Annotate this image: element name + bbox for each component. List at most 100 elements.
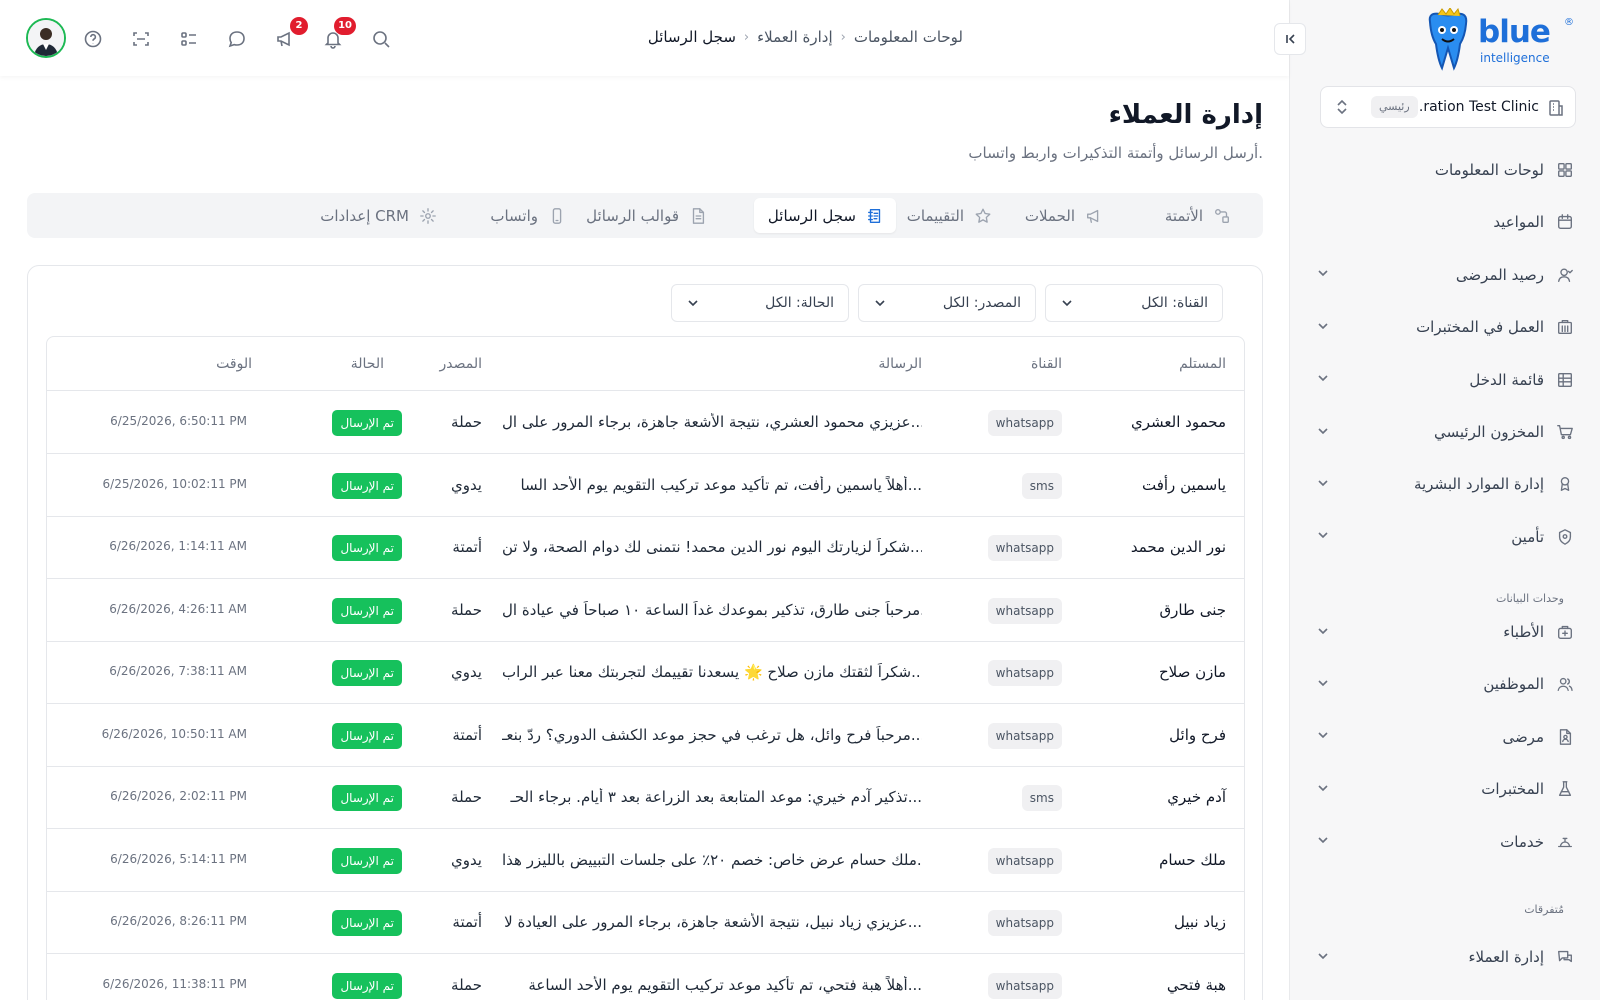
- user-avatar[interactable]: [26, 18, 66, 58]
- row-message: ملك حسام عرض خاص: خصم ٢٠٪ على جلسات التب…: [502, 850, 922, 869]
- scan-button[interactable]: [128, 26, 154, 52]
- sidebar-item-icon: [1554, 621, 1576, 643]
- checklist-icon: [181, 32, 196, 46]
- sidebar-item-users[interactable]: الموظفين: [1312, 664, 1576, 704]
- sidebar-item-icon: [1554, 526, 1576, 548]
- row-recipient: مازن صلاح: [1158, 663, 1226, 681]
- status-filter[interactable]: الحالة: الكل: [671, 284, 849, 322]
- row-time: 6/26/2026, 5:14:11 PM: [110, 851, 247, 866]
- sidebar-item-icon: [1554, 831, 1576, 853]
- source-filter[interactable]: المصدر: الكل: [858, 284, 1036, 322]
- table-row[interactable]: هبة فتحي whatsapp أهلاً هبة فتحي، تم تأك…: [47, 954, 1244, 1000]
- sidebar-item-calendar[interactable]: المواعيد: [1312, 202, 1576, 242]
- messages-button[interactable]: [224, 26, 250, 52]
- row-channel-badge: whatsapp: [987, 722, 1062, 749]
- breadcrumb: لوحات المعلومات › إدارة العملاء › سجل ال…: [648, 28, 963, 46]
- tasks-button[interactable]: [176, 26, 202, 52]
- tab-gear[interactable]: إعدادات CRM: [308, 198, 449, 233]
- tab-log[interactable]: سجل الرسائل: [754, 198, 896, 233]
- clinic-name: ...ration Test Clinic: [1410, 99, 1539, 115]
- sidebar-item-chat[interactable]: إدارة العملاء: [1312, 937, 1576, 977]
- row-time: 6/26/2026, 7:38:11 AM: [109, 664, 247, 678]
- sidebar-item-cart[interactable]: المخزون الرئيسي: [1312, 412, 1576, 452]
- updown-chevron-icon: [1337, 99, 1347, 115]
- tab-phone[interactable]: واتساب: [478, 198, 578, 233]
- sidebar-item-flask[interactable]: المختبرات: [1312, 769, 1576, 809]
- sidebar-item-icon: [1554, 778, 1576, 800]
- sidebar-item-service[interactable]: خدمات: [1312, 822, 1576, 862]
- tab-template[interactable]: قوالب الرسائل: [574, 198, 719, 233]
- announcements-button[interactable]: 2: [272, 17, 308, 52]
- table-row[interactable]: جنى طارق whatsapp مرحباً جنى طارق، تذكير…: [47, 579, 1244, 642]
- row-channel-badge: whatsapp: [987, 535, 1062, 561]
- sidebar-item-label: تأمين: [1511, 527, 1544, 546]
- table-row[interactable]: ملك حسام whatsapp ملك حسام عرض خاص: خصم …: [47, 829, 1244, 892]
- sidebar-item-label: المختبرات: [1481, 780, 1544, 799]
- table-row[interactable]: فرح وائل whatsapp مرحباً فرح وائل، هل تر…: [47, 704, 1244, 767]
- sidebar-item-table[interactable]: قائمة الدخل: [1312, 360, 1576, 400]
- table-row[interactable]: نور الدين محمد whatsapp شكراً لزيارتك ال…: [47, 516, 1244, 579]
- chat-bubble-icon: [228, 31, 245, 48]
- tab-label: قوالب الرسائل: [586, 206, 679, 225]
- sidebar-item-grid[interactable]: لوحات المعلومات: [1312, 150, 1576, 190]
- chevron-down-icon: [1318, 480, 1328, 487]
- header-status: الحالة: [350, 356, 384, 372]
- tab-star[interactable]: التقييمات: [895, 198, 1004, 233]
- sidebar-item-label: إدارة الموارد البشرية: [1413, 475, 1544, 494]
- brand-logo[interactable]: blue ® intelligence: [1414, 8, 1574, 72]
- row-message: عزيزي محمود العشري، نتيجة الأشعة جاهزة، …: [502, 413, 922, 431]
- brand-reg: ®: [1564, 17, 1574, 28]
- breadcrumb-dashboards[interactable]: لوحات المعلومات: [854, 28, 963, 46]
- table-row[interactable]: محمود العشري whatsapp عزيزي محمود العشري…: [47, 391, 1244, 454]
- table-row[interactable]: مازن صلاح whatsapp شكراً لثقتك مازن صلاح…: [47, 641, 1244, 704]
- row-time: 6/26/2026, 11:38:11 PM: [102, 976, 247, 991]
- row-time: 6/26/2026, 10:50:11 AM: [101, 726, 247, 741]
- search-button[interactable]: [368, 26, 394, 52]
- collapse-sidebar-button[interactable]: [1274, 23, 1306, 55]
- sidebar-item-medical-bag[interactable]: الأطباء: [1312, 612, 1576, 652]
- channel-filter[interactable]: القناة: الكل: [1045, 284, 1223, 322]
- tab-label: الحملات: [1024, 206, 1075, 225]
- row-status-badge: تم الإرسال: [332, 785, 402, 811]
- chevron-down-icon: [1318, 952, 1328, 959]
- row-source: حملة: [451, 788, 482, 806]
- sidebar-item-badge[interactable]: إدارة الموارد البشرية: [1312, 464, 1576, 504]
- sidebar-item-shield[interactable]: تأمين: [1312, 517, 1576, 557]
- badge-icon: [1560, 477, 1570, 492]
- row-recipient: محمود العشري: [1131, 413, 1226, 431]
- row-channel-badge: sms: [1021, 785, 1062, 811]
- row-message: مرحباً جنى طارق، تذكير بموعدك غداً الساع…: [502, 600, 922, 619]
- table-row[interactable]: زياد نبيل whatsapp عزيزي زياد نبيل، نتيج…: [47, 891, 1244, 954]
- row-channel-badge: whatsapp: [987, 910, 1062, 936]
- page-title: إدارة العملاء: [1108, 100, 1263, 130]
- breadcrumb-crm[interactable]: إدارة العملاء: [757, 28, 833, 46]
- sidebar-item-chevron: [1316, 832, 1332, 851]
- row-source: يدوي: [450, 663, 482, 681]
- row-status-badge: تم الإرسال: [332, 597, 402, 624]
- notifications-button[interactable]: 10: [320, 17, 356, 52]
- breadcrumb-separator-icon: ›: [743, 29, 750, 45]
- cart-icon: [1557, 425, 1573, 440]
- sidebar-item-file-user[interactable]: مرضى: [1312, 717, 1576, 757]
- sidebar-item-user[interactable]: رصيد المرضى: [1312, 255, 1576, 295]
- message-log-card: القناة: الكل المصدر: الكل الحالة: الكل ا…: [27, 265, 1263, 1000]
- clinic-switcher[interactable]: ...ration Test Clinic رئيسي: [1320, 86, 1576, 128]
- tab-label: سجل الرسائل: [767, 206, 856, 225]
- help-button[interactable]: [80, 26, 106, 52]
- tab-automation[interactable]: الأتمتة: [1153, 198, 1243, 233]
- table-row[interactable]: آدم خيري sms تذكير آدم خيري: موعد المتاب…: [47, 766, 1244, 829]
- sidebar-item-chevron: [1316, 780, 1332, 799]
- tab-megaphone[interactable]: الحملات: [1013, 198, 1115, 233]
- sidebar-item-label: الأطباء: [1503, 623, 1544, 641]
- sidebar-item-chevron: [1316, 948, 1332, 967]
- chevron-down-icon: [688, 300, 698, 307]
- header-source: المصدر: [439, 356, 483, 372]
- row-status-badge: تم الإرسال: [332, 722, 402, 749]
- breadcrumb-current: سجل الرسائل: [647, 28, 736, 46]
- sidebar-item-lab-building[interactable]: العمل في المختبرات: [1312, 307, 1576, 347]
- row-source: أتمتة: [452, 725, 482, 744]
- table-row[interactable]: ياسمين رأفت sms أهلاً ياسمين رأفت، تم تأ…: [47, 454, 1244, 517]
- sidebar-item-chevron: [1316, 370, 1332, 389]
- row-source: حملة: [451, 413, 482, 431]
- announcements-badge: 2: [290, 17, 308, 35]
